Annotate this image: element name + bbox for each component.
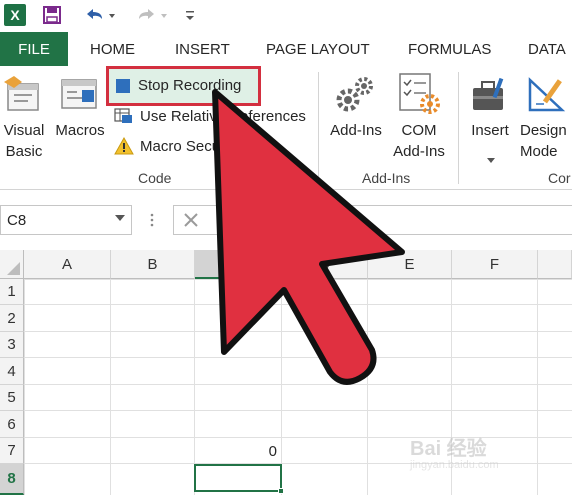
arrow-pointer-icon [212, 89, 405, 385]
watermark-logo: Bai 经验 jingyan.baidu.com [410, 438, 499, 471]
